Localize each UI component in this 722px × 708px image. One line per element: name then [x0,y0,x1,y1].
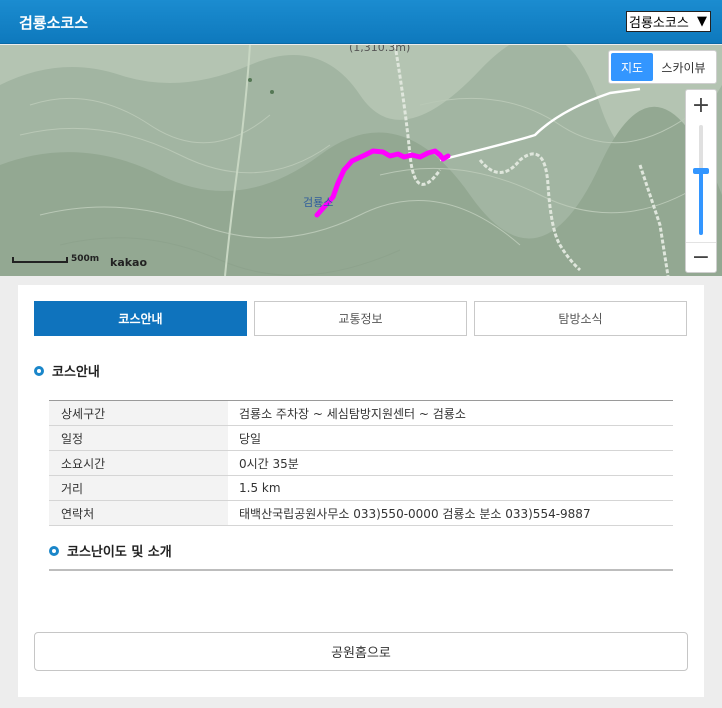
map-type-map-button[interactable]: 지도 [611,53,653,81]
course-info-table: 상세구간 검룡소 주차장 ~ 세심탐방지원센터 ~ 검룡소 일정 당일 소요시간… [49,400,673,526]
row-label: 소요시간 [49,450,228,476]
map-logo: kakao [110,256,148,269]
map-view[interactable]: (1,310.3m) 검룡소 지도 스카이뷰 + − 500m kakao [0,45,722,276]
map-type-skyview-button[interactable]: 스카이뷰 [653,53,714,81]
row-label: 연락처 [49,500,228,526]
section-divider [49,569,673,571]
difficulty-heading: 코스난이도 및 소개 [49,541,172,560]
tab-visit-news[interactable]: 탐방소식 [474,301,687,336]
tab-bar: 코스안내 교통정보 탐방소식 [34,301,688,336]
dropdown-arrow-icon: ▼ [697,14,707,29]
bullet-icon [34,365,44,376]
page-title: 검룡소코스 [19,14,89,32]
difficulty-title: 코스난이도 및 소개 [67,545,172,560]
course-info-heading: 코스안내 [34,361,100,380]
row-value: 당일 [228,425,673,451]
content-panel: 코스안내 교통정보 탐방소식 코스안내 상세구간 검룡소 주차장 ~ 세심탐방지… [18,285,704,697]
course-info-title: 코스안내 [52,365,100,380]
bullet-icon [49,545,59,556]
row-value: 1.5 km [228,475,673,501]
zoom-slider-handle[interactable] [693,168,709,174]
map-type-switch: 지도 스카이뷰 [608,50,717,84]
place-label: 검룡소 [303,196,334,209]
header-bar: 검룡소코스 검룡소코스 ▼ [0,0,722,44]
row-label: 거리 [49,475,228,501]
course-select-value: 검룡소코스 [629,16,689,31]
scale-bar [12,257,68,263]
table-row: 상세구간 검룡소 주차장 ~ 세심탐방지원센터 ~ 검룡소 [49,400,673,426]
table-row: 소요시간 0시간 35분 [49,450,673,476]
table-row: 일정 당일 [49,425,673,451]
table-row: 연락처 태백산국립공원사무소 033)550-0000 검룡소 분소 033)5… [49,500,673,526]
table-row: 거리 1.5 km [49,475,673,501]
row-value: 검룡소 주차장 ~ 세심탐방지원센터 ~ 검룡소 [228,400,673,426]
zoom-control: + − [685,89,717,273]
tab-transport-info[interactable]: 교통정보 [254,301,467,336]
zoom-slider-track[interactable] [699,125,703,235]
app-root: 검룡소코스 검룡소코스 ▼ (1,310.3m) 검룡소 지도 스카이뷰 + −… [0,0,722,708]
zoom-slider-fill [699,171,703,235]
park-home-button[interactable]: 공원홈으로 [34,632,688,671]
course-select[interactable]: 검룡소코스 ▼ [626,11,711,32]
peak-elevation-label: (1,310.3m) [349,45,411,54]
tab-course-info[interactable]: 코스안내 [34,301,247,336]
map-scale: 500m [12,254,100,264]
row-label: 상세구간 [49,400,228,426]
row-value: 0시간 35분 [228,450,673,476]
zoom-out-button[interactable]: − [686,242,716,272]
scale-label: 500m [71,254,100,264]
zoom-in-button[interactable]: + [686,90,716,120]
row-value: 태백산국립공원사무소 033)550-0000 검룡소 분소 033)554-9… [228,500,673,526]
row-label: 일정 [49,425,228,451]
